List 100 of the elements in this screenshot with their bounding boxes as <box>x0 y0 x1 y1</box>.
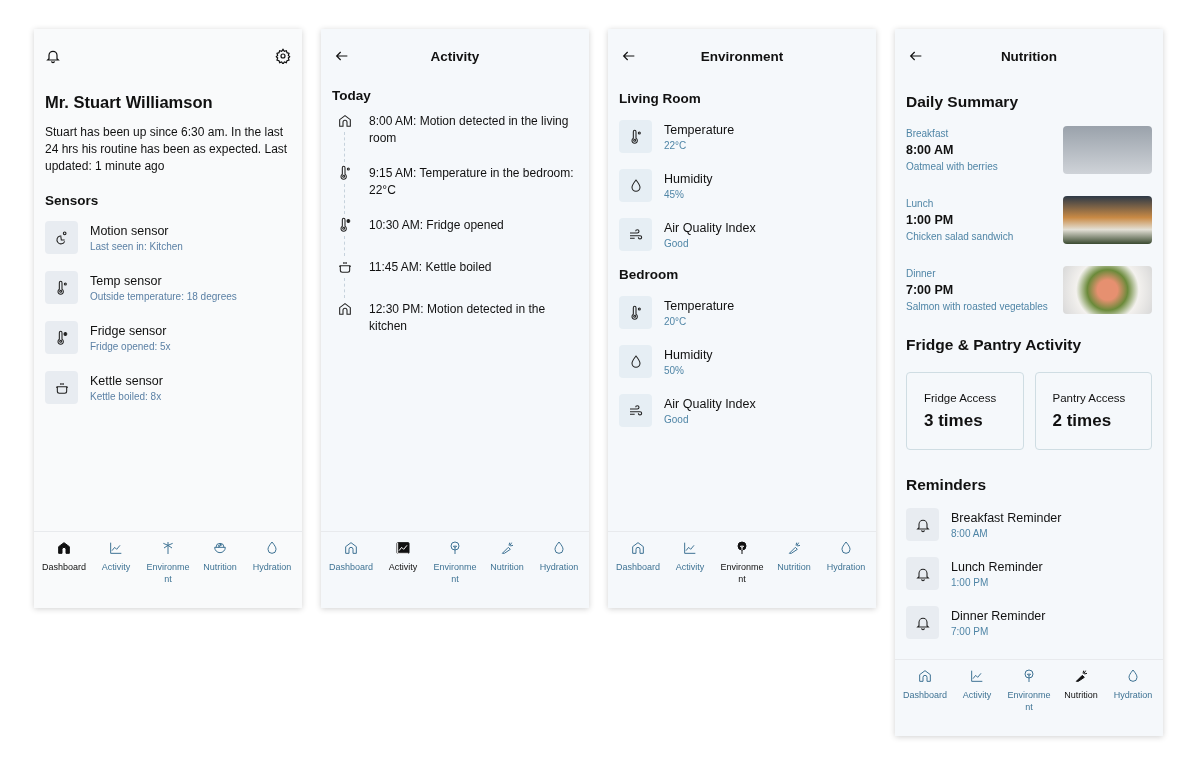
nav-tab[interactable]: Activity <box>951 668 1003 736</box>
nav-tab[interactable]: Activity <box>90 540 142 608</box>
kettle-sensor-icon <box>45 371 78 404</box>
nav-tab[interactable]: Nutrition <box>768 540 820 608</box>
sensor-detail: Fridge opened: 5x <box>90 340 171 352</box>
line-chart-icon <box>682 540 698 556</box>
reading-label: Air Quality Index <box>664 396 756 411</box>
room-heading: Bedroom <box>619 267 680 282</box>
meal-description: Oatmeal with berries <box>906 161 998 172</box>
nav-tab[interactable]: Hydration <box>1107 668 1159 736</box>
droplet-icon <box>838 540 854 556</box>
nav-tab[interactable]: Nutrition <box>481 540 533 608</box>
line-chart-icon <box>395 540 411 556</box>
access-count: 2 times <box>1052 410 1113 431</box>
sensor-detail: Kettle boiled: 8x <box>90 390 163 402</box>
meal-time: 1:00 PM <box>906 213 955 227</box>
nav-tab[interactable]: Dashboard <box>325 540 377 608</box>
access-label: Pantry Access <box>1052 391 1127 404</box>
temperature-reading-icon <box>619 120 652 153</box>
sensor-name: Temp sensor <box>90 273 163 288</box>
home-icon <box>343 540 359 556</box>
temperature-sensor-icon <box>45 271 78 304</box>
notifications-icon[interactable] <box>45 48 61 64</box>
humidity-reading-icon <box>619 169 652 202</box>
home-icon <box>630 540 646 556</box>
reminder-title: Lunch Reminder <box>951 559 1043 574</box>
droplet-icon <box>264 540 280 556</box>
nav-tab[interactable]: Dashboard <box>38 540 90 608</box>
reading-label: Air Quality Index <box>664 220 756 235</box>
line-chart-icon <box>108 540 124 556</box>
droplet-icon <box>1125 668 1141 684</box>
reading-value: Good <box>664 413 690 425</box>
activity-event: 11:45 AM: Kettle boiled <box>369 259 493 276</box>
section-heading: Daily Summary <box>906 93 1019 111</box>
carrot-icon <box>499 540 515 556</box>
activity-event: 12:30 PM: Motion detected in the kitchen <box>369 301 547 335</box>
resident-name: Mr. Stuart Williamson <box>45 93 214 112</box>
nav-tab[interactable]: Environment <box>142 540 194 608</box>
nav-tab[interactable]: Hydration <box>533 540 585 608</box>
meal-name: Lunch <box>906 198 935 209</box>
sensor-detail: Last seen in: Kitchen <box>90 240 183 252</box>
section-heading: Fridge & Pantry Activity <box>906 336 1083 354</box>
activity-event: 10:30 AM: Fridge opened <box>369 217 505 234</box>
nav-tab[interactable]: Hydration <box>246 540 298 608</box>
room-heading: Living Room <box>619 91 702 106</box>
settings-icon[interactable] <box>275 48 291 64</box>
temperature-reading-icon <box>619 296 652 329</box>
nav-tab[interactable]: Dashboard <box>899 668 951 736</box>
reading-label: Temperature <box>664 122 735 137</box>
air-reading-icon <box>619 394 652 427</box>
activity-event: 9:15 AM: Temperature in the bedroom: 22°C <box>369 165 575 199</box>
reading-value: 20°C <box>664 315 688 327</box>
tree-icon <box>1021 668 1037 684</box>
meal-description: Chicken salad sandwich <box>906 231 1014 242</box>
reminder-time: 1:00 PM <box>951 576 990 588</box>
section-heading: Today <box>332 88 372 103</box>
nav-tab[interactable]: Activity <box>377 540 429 608</box>
palm-tree-icon <box>160 540 176 556</box>
bowl-icon <box>212 540 228 556</box>
tree-icon <box>734 540 750 556</box>
nav-tab[interactable]: Nutrition <box>194 540 246 608</box>
screen-title: Nutrition <box>1000 48 1058 64</box>
tree-icon <box>447 540 463 556</box>
reminder-title: Breakfast Reminder <box>951 510 1062 525</box>
carrot-icon <box>786 540 802 556</box>
nav-tab[interactable]: Activity <box>664 540 716 608</box>
nav-tab[interactable]: Dashboard <box>612 540 664 608</box>
nav-tab[interactable]: Environment <box>1003 668 1055 736</box>
sensor-name: Motion sensor <box>90 223 170 238</box>
reading-label: Temperature <box>664 298 735 313</box>
activity-event: 8:00 AM: Motion detected in the living room <box>369 113 570 147</box>
reminder-time: 8:00 AM <box>951 527 989 539</box>
reading-label: Humidity <box>664 171 713 186</box>
section-heading: Reminders <box>906 476 988 494</box>
meal-description: Salmon with roasted vegetables <box>906 301 1048 312</box>
meal-time: 7:00 PM <box>906 283 955 297</box>
nav-tab[interactable]: Environment <box>716 540 768 608</box>
nav-tab[interactable]: Environment <box>429 540 481 608</box>
meal-time: 8:00 AM <box>906 143 955 157</box>
nav-tab[interactable]: Hydration <box>820 540 872 608</box>
reading-label: Humidity <box>664 347 713 362</box>
line-chart-icon <box>969 668 985 684</box>
access-label: Fridge Access <box>924 391 998 404</box>
sensor-detail: Outside temperature: 18 degrees <box>90 290 237 302</box>
meal-name: Breakfast <box>906 128 950 139</box>
home-icon <box>917 668 933 684</box>
droplet-icon <box>551 540 567 556</box>
routine-summary: Stuart has been up since 6:30 am. In the last 24 hrs his routine has been as expected. Last updated: 1 minute ago <box>45 124 289 175</box>
carrot-icon <box>1073 668 1089 684</box>
air-reading-icon <box>619 218 652 251</box>
nav-tab[interactable]: Nutrition <box>1055 668 1107 736</box>
reading-value: 45% <box>664 188 685 200</box>
bell-icon <box>906 557 939 590</box>
sensor-name: Kettle sensor <box>90 373 163 388</box>
reminder-title: Dinner Reminder <box>951 608 1046 623</box>
screen-title: Activity <box>430 48 480 64</box>
reading-value: 50% <box>664 364 685 376</box>
reading-value: 22°C <box>664 139 688 151</box>
kettle-event-icon <box>336 259 353 275</box>
fridge-sensor-icon <box>45 321 78 354</box>
